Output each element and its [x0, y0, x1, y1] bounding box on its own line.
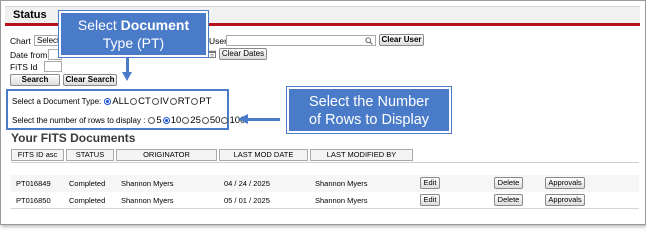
option-rt: RT [177, 96, 191, 107]
fits-id-input[interactable] [44, 61, 62, 72]
cell-last-mod-date: 05 / 01 / 2025 [224, 196, 270, 205]
callout-doc-type-prefix: Select [77, 17, 121, 33]
search-button[interactable]: Search [10, 74, 60, 86]
option-iv: IV [159, 96, 169, 107]
cell-last-modified-by: Shannon Myers [315, 196, 368, 205]
radio-rows-5[interactable] [148, 117, 156, 124]
column-header-fits-id[interactable]: FITS ID asc [11, 149, 64, 161]
status-panel: Status Chart Select User Clear User Date… [0, 0, 646, 225]
delete-button[interactable]: Delete [494, 194, 523, 206]
rows-display-callout: Select the Number of Rows to Display [287, 87, 451, 133]
table-header-rule [11, 162, 639, 163]
option-all: ALL [112, 96, 130, 107]
radio-type-iv[interactable] [151, 98, 159, 105]
callout-rows-line2: of Rows to Display [308, 112, 430, 128]
chart-select[interactable]: Select [34, 35, 60, 46]
approvals-button[interactable]: Approvals [545, 194, 585, 206]
radio-type-ct[interactable] [130, 98, 138, 105]
documents-title: Your FITS Documents [11, 131, 136, 145]
cell-fits-id: PT016850 [16, 196, 51, 205]
callout-arrow-down-head [122, 72, 132, 81]
cell-status: Completed [69, 179, 106, 188]
approvals-button[interactable]: Approvals [545, 177, 585, 189]
document-type-group: Select a Document Type: ALL CT IV RT PT [12, 96, 211, 107]
edit-button[interactable]: Edit [420, 177, 440, 189]
cell-last-mod-date: 04 / 24 / 2025 [224, 179, 270, 188]
rows-to-display-group: Select the number of rows to display : 5… [12, 115, 245, 126]
option-rows-10: 10 [170, 115, 182, 126]
callout-arrow-left [247, 118, 280, 121]
radio-type-all[interactable] [104, 98, 112, 105]
table-row: PT016849 Completed Shannon Myers 04 / 24… [11, 175, 639, 192]
option-rows-5: 5 [156, 115, 162, 126]
clear-search-button[interactable]: Clear Search [63, 74, 117, 86]
radio-rows-100[interactable] [221, 117, 229, 124]
callout-doc-type-line2: Type (PT) [102, 35, 165, 51]
radio-type-rt[interactable] [169, 98, 177, 105]
document-type-callout: Select Document Type (PT) [59, 11, 208, 57]
cell-originator: Shannon Myers [121, 196, 174, 205]
radio-rows-10[interactable] [162, 117, 170, 124]
rows-to-display-label: Select the number of rows to display : [12, 116, 146, 125]
cell-originator: Shannon Myers [121, 179, 174, 188]
callout-arrow-left-head [238, 114, 248, 124]
radio-rows-25[interactable] [182, 117, 190, 124]
document-type-label: Select a Document Type: [12, 97, 102, 106]
option-pt: PT [199, 96, 212, 107]
user-label: User [209, 36, 227, 46]
option-rows-50: 50 [209, 115, 221, 126]
fits-id-label: FiTS Id [10, 62, 38, 72]
calendar-icon[interactable] [208, 50, 216, 58]
clear-dates-button[interactable]: Clear Dates [219, 48, 267, 60]
panel-title: Status [13, 9, 47, 21]
clear-user-button[interactable]: Clear User [379, 34, 424, 46]
search-icon[interactable] [365, 37, 373, 45]
option-ct: CT [138, 96, 151, 107]
column-header-status[interactable]: STATUS [66, 149, 114, 161]
date-from-label: Date from [10, 50, 48, 60]
column-header-originator[interactable]: ORIGINATOR [116, 149, 217, 161]
callout-doc-type-bold: Document [120, 17, 190, 33]
radio-type-pt[interactable] [191, 98, 199, 105]
table-row: PT016850 Completed Shannon Myers 05 / 01… [11, 192, 639, 209]
edit-button[interactable]: Edit [420, 194, 440, 206]
chart-label: Chart [10, 36, 31, 46]
option-rows-25: 25 [190, 115, 201, 126]
radio-rows-50[interactable] [201, 117, 209, 124]
user-input[interactable] [226, 35, 376, 46]
column-header-last-modified-by[interactable]: LAST MODIFIED BY [310, 149, 413, 161]
column-header-last-mod-date[interactable]: LAST MOD DATE [219, 149, 308, 161]
delete-button[interactable]: Delete [494, 177, 523, 189]
cell-status: Completed [69, 196, 106, 205]
callout-rows-line1: Select the Number [308, 94, 430, 110]
cell-last-modified-by: Shannon Myers [315, 179, 368, 188]
cell-fits-id: PT016849 [16, 179, 51, 188]
